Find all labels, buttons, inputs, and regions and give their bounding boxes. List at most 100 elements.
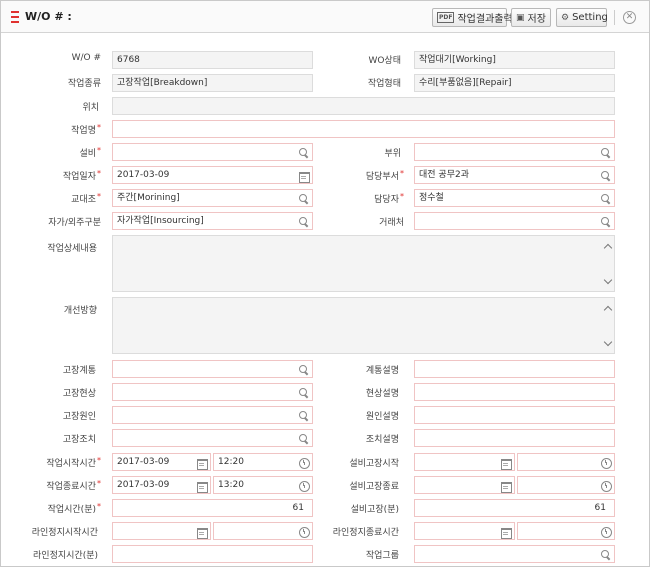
gear-icon: ⚙	[561, 12, 570, 23]
wo-status-field: 작업대기[Working]	[414, 51, 615, 69]
line-stop-end-clock-input[interactable]	[517, 522, 615, 540]
clock-icon[interactable]	[600, 480, 612, 492]
work-type-label: 작업종류	[67, 79, 101, 89]
line-stop-start-clock-input[interactable]	[213, 522, 313, 540]
calendar-icon[interactable]	[196, 526, 208, 539]
location-field	[112, 97, 615, 115]
search-icon[interactable]	[298, 410, 309, 421]
vendor-input[interactable]	[414, 212, 615, 230]
search-icon[interactable]	[600, 170, 611, 181]
cause-desc-label: 원인설명	[365, 412, 399, 422]
work-minutes-input[interactable]: 61	[112, 499, 313, 517]
line-stop-end-date-input[interactable]	[414, 522, 515, 540]
line-stop-minutes-label: 라인정지시간(분)	[33, 551, 98, 561]
fault-symptom-input[interactable]	[112, 383, 313, 401]
work-form-field: 수리[부품없음][Repair]	[414, 74, 615, 92]
clock-icon[interactable]	[298, 457, 310, 469]
shift-label: 교대조	[21, 192, 101, 205]
clock-icon[interactable]	[298, 480, 310, 492]
work-group-input[interactable]	[414, 545, 615, 563]
eq-fault-start-date-input[interactable]	[414, 453, 515, 471]
calendar-icon[interactable]	[196, 457, 208, 470]
save-icon: ▣	[516, 12, 525, 23]
symptom-desc-input[interactable]	[414, 383, 615, 401]
eq-fault-end-clock-input[interactable]	[517, 476, 615, 494]
fault-symptom-label: 고장현상	[62, 389, 96, 399]
start-date-input[interactable]: 2017-03-09	[112, 453, 211, 471]
line-stop-minutes-input[interactable]	[112, 545, 313, 563]
end-clock-input[interactable]: 13:20	[213, 476, 313, 494]
dept-input[interactable]: 대전 공무2과	[414, 166, 615, 184]
work-type-field: 고장작업[Breakdown]	[112, 74, 313, 92]
search-icon[interactable]	[600, 147, 611, 158]
line-stop-start-date-input[interactable]	[112, 522, 211, 540]
search-icon[interactable]	[298, 433, 309, 444]
improve-textarea[interactable]	[112, 297, 615, 354]
search-icon[interactable]	[298, 147, 309, 158]
calendar-icon[interactable]	[298, 170, 310, 183]
improve-scrollbar[interactable]	[602, 298, 614, 353]
search-icon[interactable]	[298, 387, 309, 398]
action-desc-label: 조치설명	[365, 435, 399, 445]
pdf-icon: PDF	[437, 12, 455, 23]
fault-cause-input[interactable]	[112, 406, 313, 424]
menu-icon[interactable]	[11, 11, 21, 23]
print-report-button[interactable]: PDF 작업결과출력	[432, 8, 513, 27]
eq-fault-minutes-input[interactable]: 61	[414, 499, 615, 517]
scroll-up-icon[interactable]	[603, 242, 613, 253]
start-clock-input[interactable]: 12:20	[213, 453, 313, 471]
cause-desc-input[interactable]	[414, 406, 615, 424]
person-input[interactable]: 정수철	[414, 189, 615, 207]
equipment-label: 설비	[21, 146, 101, 159]
clock-icon[interactable]	[600, 526, 612, 538]
inout-input[interactable]: 자가작업[Insourcing]	[112, 212, 313, 230]
wo-status-label: WO상태	[368, 56, 401, 66]
header-divider	[614, 10, 615, 25]
fault-action-input[interactable]	[112, 429, 313, 447]
search-icon[interactable]	[600, 216, 611, 227]
clock-icon[interactable]	[600, 457, 612, 469]
search-icon[interactable]	[600, 193, 611, 204]
symptom-desc-label: 현상설명	[365, 389, 399, 399]
work-date-label: 작업일자	[21, 169, 101, 182]
setting-button[interactable]: ⚙ Setting	[556, 8, 608, 27]
calendar-icon[interactable]	[196, 480, 208, 493]
close-icon[interactable]: ✕	[623, 11, 636, 24]
detail-label: 작업상세내용	[47, 244, 97, 254]
page-title: W/O # :	[25, 10, 72, 23]
detail-textarea[interactable]	[112, 235, 615, 292]
shift-input[interactable]: 주간[Morining]	[112, 189, 313, 207]
scroll-down-icon[interactable]	[603, 337, 613, 347]
improve-label: 개선방향	[63, 306, 97, 316]
search-icon[interactable]	[298, 193, 309, 204]
part-input[interactable]	[414, 143, 615, 161]
clock-icon[interactable]	[298, 526, 310, 538]
calendar-icon[interactable]	[500, 457, 512, 470]
work-date-input[interactable]: 2017-03-09	[112, 166, 313, 184]
action-desc-input[interactable]	[414, 429, 615, 447]
calendar-icon[interactable]	[500, 526, 512, 539]
start-time-label: 작업시작시간	[21, 456, 101, 469]
setting-label: Setting	[572, 12, 608, 23]
scroll-down-icon[interactable]	[603, 275, 613, 285]
system-desc-input[interactable]	[414, 360, 615, 378]
detail-scrollbar[interactable]	[602, 236, 614, 291]
part-label: 부위	[384, 149, 401, 159]
search-icon[interactable]	[298, 216, 309, 227]
calendar-icon[interactable]	[500, 480, 512, 493]
eq-fault-start-clock-input[interactable]	[517, 453, 615, 471]
work-name-input[interactable]	[112, 120, 615, 138]
eq-fault-start-label: 설비고장시작	[349, 459, 399, 469]
search-icon[interactable]	[298, 364, 309, 375]
save-button[interactable]: ▣ 저장	[511, 8, 551, 27]
equipment-input[interactable]	[112, 143, 313, 161]
search-icon[interactable]	[600, 549, 611, 560]
wo-no-field: 6768	[112, 51, 313, 69]
system-desc-label: 계통설명	[365, 366, 399, 376]
eq-fault-minutes-label: 설비고장(분)	[350, 505, 399, 515]
fault-system-input[interactable]	[112, 360, 313, 378]
end-date-input[interactable]: 2017-03-09	[112, 476, 211, 494]
scroll-up-icon[interactable]	[603, 304, 613, 315]
end-time-label: 작업종료시간	[21, 479, 101, 492]
eq-fault-end-date-input[interactable]	[414, 476, 515, 494]
